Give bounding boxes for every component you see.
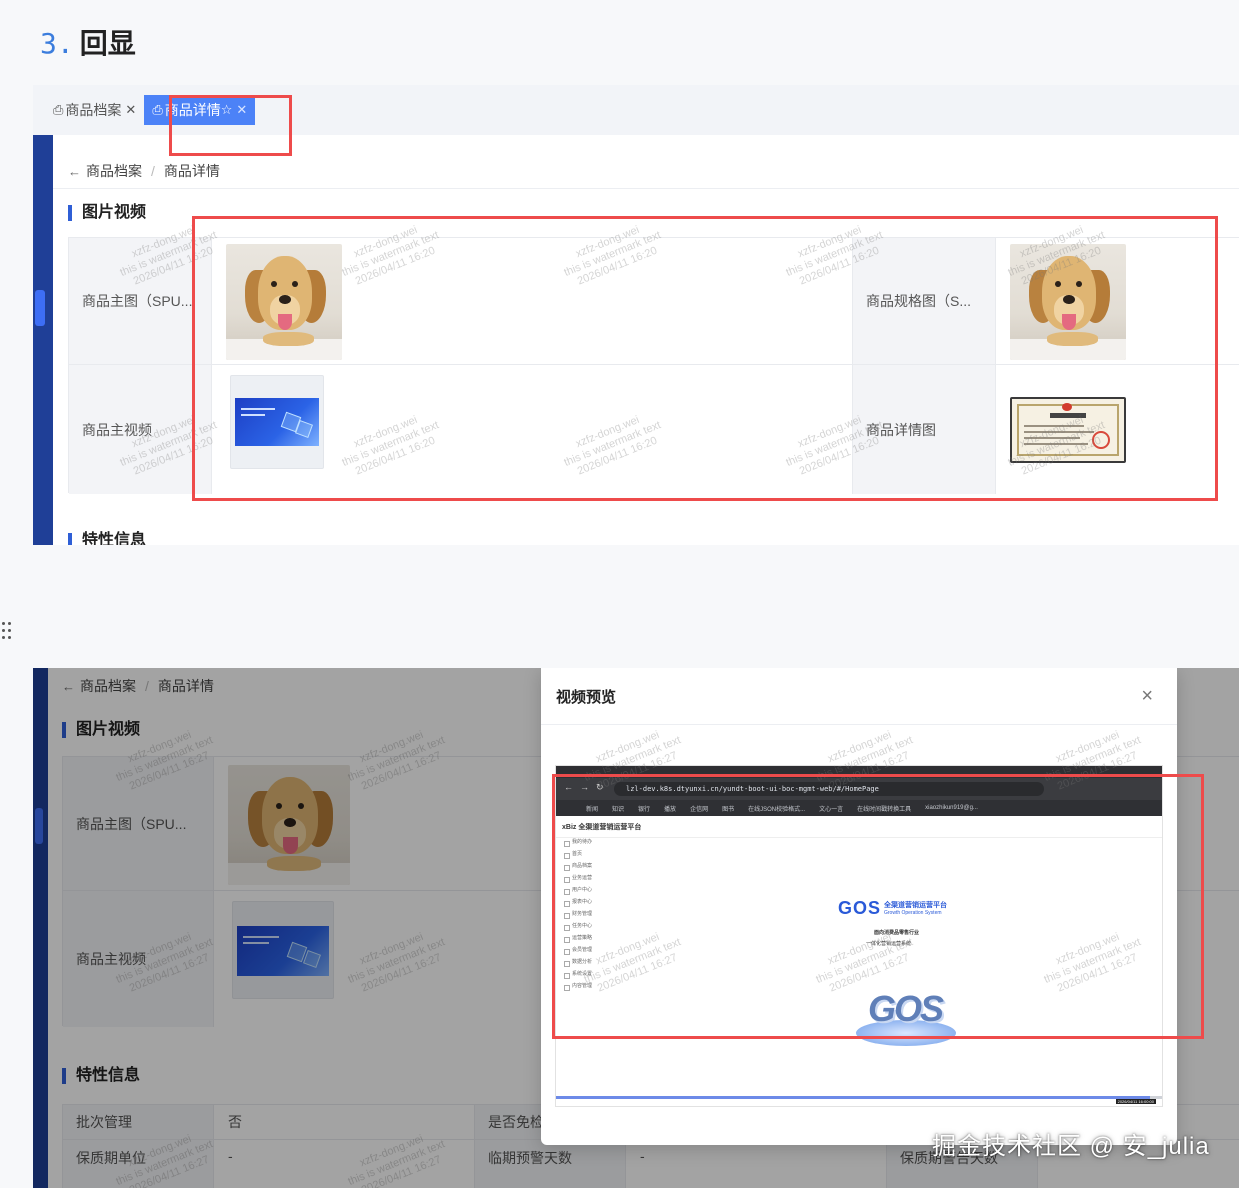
breadcrumb-separator: /: [151, 163, 155, 179]
drag-handle-icon[interactable]: [0, 620, 14, 642]
video-thumbnail[interactable]: [232, 901, 334, 999]
heading-title: 回显: [79, 28, 136, 59]
label-expiry-warning-days: 临期预警天数: [475, 1140, 626, 1188]
breadcrumb-separator: /: [145, 678, 149, 694]
sidebar-active-marker: [35, 808, 43, 844]
breadcrumb-current: 商品详情: [157, 678, 214, 694]
annotation-box-media: [192, 216, 1218, 501]
video-timestamp: 2026/04/11 16:00:00: [1115, 1099, 1156, 1104]
breadcrumb: ← 商品档案 / 商品详情: [62, 676, 214, 696]
breadcrumb-parent[interactable]: 商品档案: [86, 161, 142, 181]
video-progress-bar[interactable]: [556, 1096, 1162, 1099]
dog-image[interactable]: [228, 765, 350, 885]
page: 3.回显 ⎙ 商品档案 ✕ ⎙ 商品详情 ☆ ✕ ← 商品档案 / 商品详情: [0, 0, 1239, 1188]
section-title-media: 图片视频: [62, 722, 140, 738]
label-shelf-life-unit: 保质期单位: [63, 1140, 214, 1188]
section-title-attributes: 特性信息: [68, 533, 146, 545]
breadcrumb: ← 商品档案 / 商品详情: [68, 161, 220, 181]
tab-label: 商品档案: [65, 102, 122, 118]
label-main-video: 商品主视频: [63, 891, 214, 1027]
document-icon: ⎙: [152, 102, 163, 117]
label-batch-management: 批次管理: [63, 1105, 214, 1140]
heading-number: 3.: [40, 27, 74, 60]
document-icon: ⎙: [53, 102, 64, 117]
sidebar: [33, 135, 53, 545]
label-main-video: 商品主视频: [69, 365, 212, 494]
breadcrumb-current: 商品详情: [163, 163, 220, 179]
breadcrumb-divider: [53, 188, 1239, 189]
section-heading: 3. 回显: [40, 22, 136, 62]
video-progress-fill: [556, 1096, 1150, 1099]
breadcrumb-parent[interactable]: 商品档案: [80, 676, 136, 696]
value-expiry-warning-days: -: [626, 1140, 887, 1188]
modal-divider: [541, 724, 1177, 725]
label-main-image: 商品主图（SPU...: [63, 757, 214, 891]
modal-title: 视频预览: [556, 689, 617, 706]
back-arrow-icon[interactable]: ←: [62, 679, 75, 694]
close-icon[interactable]: ✕: [125, 102, 136, 118]
annotation-box-tab: [169, 95, 292, 156]
sidebar-active-marker: [35, 290, 45, 326]
value-batch-management: 否: [214, 1105, 475, 1140]
section-title-attributes: 特性信息: [62, 1068, 140, 1084]
footer-brand: 掘金技术社区 @ 安_julia: [932, 1133, 1210, 1160]
label-main-image: 商品主图（SPU...: [69, 238, 212, 365]
value-shelf-life-unit: -: [214, 1140, 475, 1188]
sidebar: [33, 668, 48, 1188]
tab-product-archive[interactable]: ⎙ 商品档案 ✕: [45, 95, 144, 125]
close-icon[interactable]: ×: [1141, 686, 1153, 706]
annotation-box-video: [552, 774, 1204, 1039]
back-arrow-icon[interactable]: ←: [68, 164, 81, 179]
section-title-media: 图片视频: [68, 205, 146, 221]
